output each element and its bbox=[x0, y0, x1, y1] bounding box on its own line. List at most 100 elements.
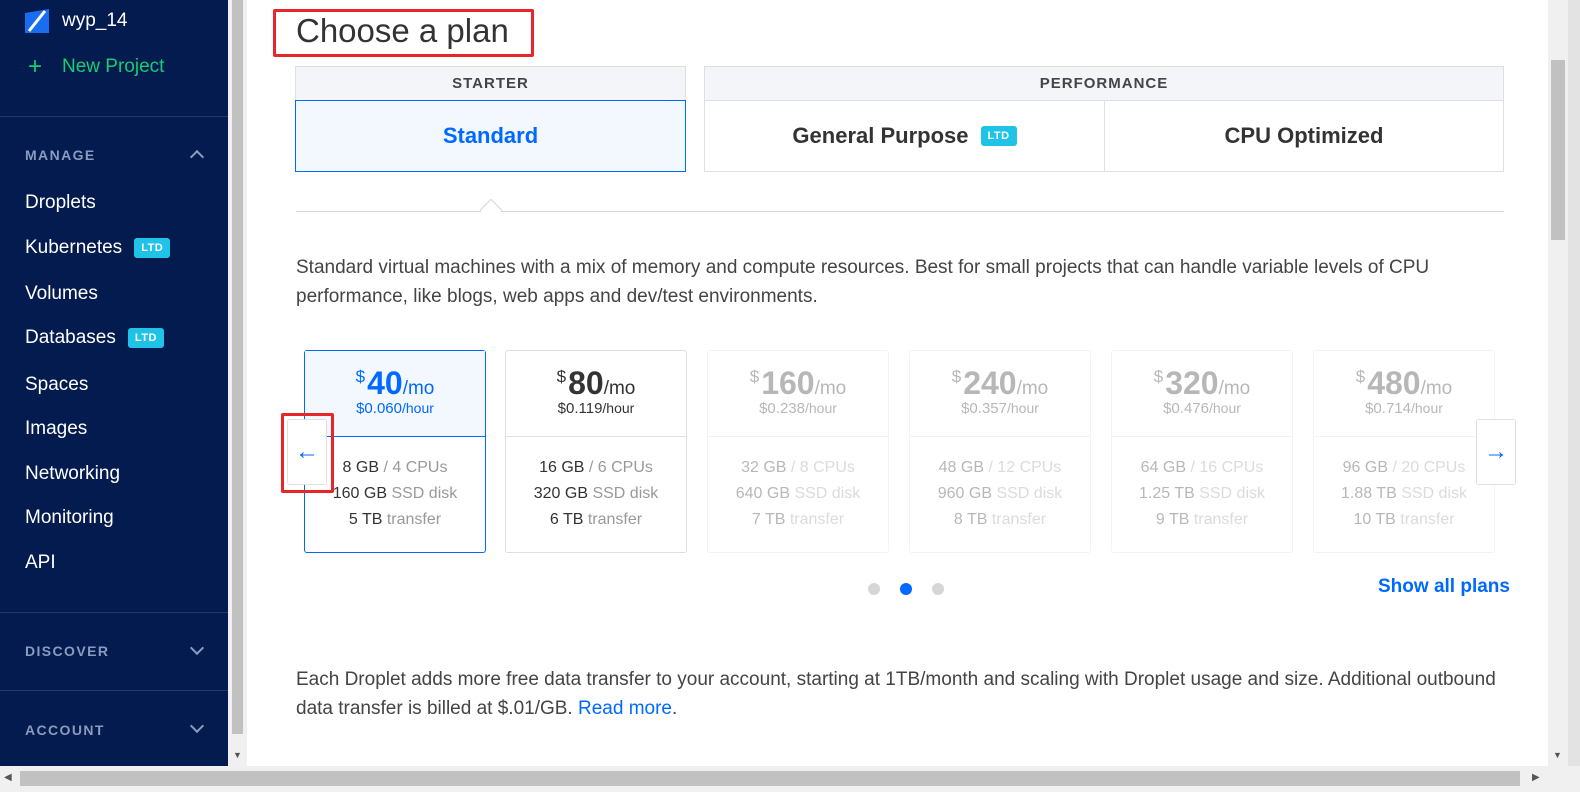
transfer-value: 7 TB bbox=[751, 511, 786, 528]
price-period: /mo bbox=[1016, 378, 1049, 399]
chevron-down-icon[interactable] bbox=[189, 718, 205, 734]
price-period: /mo bbox=[603, 378, 636, 399]
plan-card[interactable]: $80/mo $0.119/hour 16 GB / 6 CPUs 320 GB… bbox=[505, 350, 687, 553]
scroll-down-arrow-icon[interactable]: ▼ bbox=[233, 750, 242, 760]
hourly-amount: $0.060 bbox=[356, 400, 402, 417]
sidebar-item-label: Spaces bbox=[25, 374, 89, 395]
sidebar-item-label: Databases bbox=[25, 327, 116, 348]
price-amount: 480 bbox=[1367, 365, 1421, 401]
hourly-price: $0.476/hour bbox=[1112, 400, 1292, 417]
price-amount: 40 bbox=[367, 365, 403, 401]
currency-symbol: $ bbox=[749, 367, 760, 386]
disk-label: SSD disk bbox=[1199, 485, 1265, 502]
plan-price: $40/mo bbox=[305, 351, 485, 402]
new-project-label: New Project bbox=[62, 56, 165, 77]
sidebar-item-kubernetes[interactable]: Kubernetes LTD bbox=[25, 237, 171, 259]
price-amount: 240 bbox=[963, 365, 1017, 401]
disk-value: 320 GB bbox=[533, 485, 588, 502]
new-project-link[interactable]: + New Project bbox=[28, 55, 165, 79]
sidebar-item-databases[interactable]: Databases LTD bbox=[25, 327, 164, 349]
show-all-plans-link[interactable]: Show all plans bbox=[1378, 576, 1510, 598]
hourly-amount: $0.476 bbox=[1163, 400, 1209, 417]
price-period: /mo bbox=[1218, 378, 1251, 399]
sidebar-item-monitoring[interactable]: Monitoring bbox=[25, 507, 114, 529]
cpu-value: / 12 CPUs bbox=[988, 459, 1062, 476]
sidebar: wyp_14 + New Project MANAGE Droplets Kub… bbox=[0, 0, 228, 766]
disk-value: 960 GB bbox=[937, 485, 992, 502]
plan-card[interactable]: $240/mo $0.357/hour 48 GB / 12 CPUs 960 … bbox=[909, 350, 1091, 553]
data-transfer-note: Each Droplet adds more free data transfe… bbox=[296, 665, 1526, 723]
memory-value: 48 GB bbox=[938, 459, 984, 476]
tab-label: General Purpose bbox=[792, 123, 969, 148]
sidebar-item-volumes[interactable]: Volumes bbox=[25, 283, 98, 305]
memory-value: 32 GB bbox=[741, 459, 787, 476]
tab-cpu-optimized[interactable]: CPU Optimized bbox=[1105, 101, 1503, 171]
carousel-next-button[interactable]: → bbox=[1476, 419, 1516, 485]
annotation-box-title bbox=[273, 9, 534, 57]
plan-price: $80/mo bbox=[506, 351, 686, 402]
memory-value: 8 GB bbox=[342, 459, 379, 476]
performance-header: PERFORMANCE bbox=[705, 67, 1503, 101]
read-more-link[interactable]: Read more bbox=[578, 698, 672, 719]
section-account[interactable]: ACCOUNT bbox=[25, 722, 105, 738]
starter-header: STARTER bbox=[296, 67, 685, 101]
tab-standard[interactable]: Standard bbox=[295, 100, 686, 172]
scrollbar-thumb[interactable] bbox=[1551, 60, 1565, 240]
currency-symbol: $ bbox=[355, 367, 366, 386]
logo-icon[interactable] bbox=[25, 9, 49, 33]
sidebar-item-spaces[interactable]: Spaces bbox=[25, 374, 88, 396]
chevron-down-icon[interactable] bbox=[189, 640, 205, 656]
sidebar-item-droplets[interactable]: Droplets bbox=[25, 192, 96, 214]
plan-specs: 32 GB / 8 CPUs 640 GB SSD disk 7 TB tran… bbox=[708, 437, 888, 533]
transfer-value: 9 TB bbox=[1155, 511, 1190, 528]
hourly-amount: $0.238 bbox=[759, 400, 805, 417]
scrollbar-thumb[interactable] bbox=[232, 0, 243, 734]
disk-label: SSD disk bbox=[592, 485, 659, 502]
project-name[interactable]: wyp_14 bbox=[62, 10, 128, 32]
pagination-dot[interactable] bbox=[932, 583, 944, 595]
sidebar-item-images[interactable]: Images bbox=[25, 418, 87, 440]
plan-card-header: $480/mo $0.714/hour bbox=[1314, 351, 1494, 437]
plan-card[interactable]: $320/mo $0.476/hour 64 GB / 16 CPUs 1.25… bbox=[1111, 350, 1293, 553]
plan-specs: 48 GB / 12 CPUs 960 GB SSD disk 8 TB tra… bbox=[910, 437, 1090, 533]
cpu-value: / 20 CPUs bbox=[1392, 459, 1466, 476]
hourly-unit: /hour bbox=[1208, 400, 1241, 416]
disk-value: 160 GB bbox=[332, 485, 387, 502]
horizontal-scrollbar[interactable]: ◀ ▶ bbox=[0, 766, 1580, 792]
plan-card-header: $160/mo $0.238/hour bbox=[708, 351, 888, 437]
scroll-down-arrow-icon[interactable]: ▼ bbox=[1553, 750, 1562, 760]
memory-value: 16 GB bbox=[539, 459, 585, 476]
sidebar-item-networking[interactable]: Networking bbox=[25, 463, 120, 485]
currency-symbol: $ bbox=[556, 367, 567, 386]
transfer-label: transfer bbox=[386, 511, 442, 528]
sidebar-scrollbar[interactable]: ▼ bbox=[228, 0, 247, 766]
active-tab-pointer bbox=[479, 198, 503, 222]
cpu-value: / 4 CPUs bbox=[383, 459, 448, 476]
plan-card-header: $80/mo $0.119/hour bbox=[506, 351, 686, 437]
tab-general-purpose[interactable]: General Purpose LTD bbox=[705, 101, 1104, 171]
pagination-dot-active[interactable] bbox=[900, 583, 912, 595]
scroll-right-arrow-icon[interactable]: ▶ bbox=[1532, 772, 1540, 783]
sidebar-item-api[interactable]: API bbox=[25, 552, 56, 574]
sidebar-item-label: API bbox=[25, 552, 56, 573]
scrollbar-thumb[interactable] bbox=[20, 771, 1520, 786]
page-scrollbar[interactable]: ▼ bbox=[1548, 0, 1568, 766]
plan-specs: 16 GB / 6 CPUs 320 GB SSD disk 6 TB tran… bbox=[506, 437, 686, 533]
arrow-right-icon: → bbox=[1484, 438, 1508, 465]
plan-card[interactable]: $480/mo $0.714/hour 96 GB / 20 CPUs 1.88… bbox=[1313, 350, 1495, 553]
section-manage[interactable]: MANAGE bbox=[25, 147, 96, 163]
pagination-dot[interactable] bbox=[868, 583, 880, 595]
scroll-left-arrow-icon[interactable]: ◀ bbox=[4, 772, 12, 783]
cpu-value: / 6 CPUs bbox=[588, 459, 653, 476]
section-separator bbox=[296, 211, 1504, 212]
plan-price: $480/mo bbox=[1314, 351, 1494, 402]
section-discover[interactable]: DISCOVER bbox=[25, 643, 109, 659]
chevron-up-icon[interactable] bbox=[189, 149, 205, 165]
hourly-amount: $0.714 bbox=[1365, 400, 1411, 417]
transfer-label: transfer bbox=[991, 511, 1047, 528]
hourly-unit: /hour bbox=[804, 400, 837, 416]
plan-card[interactable]: $160/mo $0.238/hour 32 GB / 8 CPUs 640 G… bbox=[707, 350, 889, 553]
annotation-box-prev bbox=[281, 413, 334, 493]
hourly-price: $0.238/hour bbox=[708, 400, 888, 417]
disk-label: SSD disk bbox=[794, 485, 861, 502]
